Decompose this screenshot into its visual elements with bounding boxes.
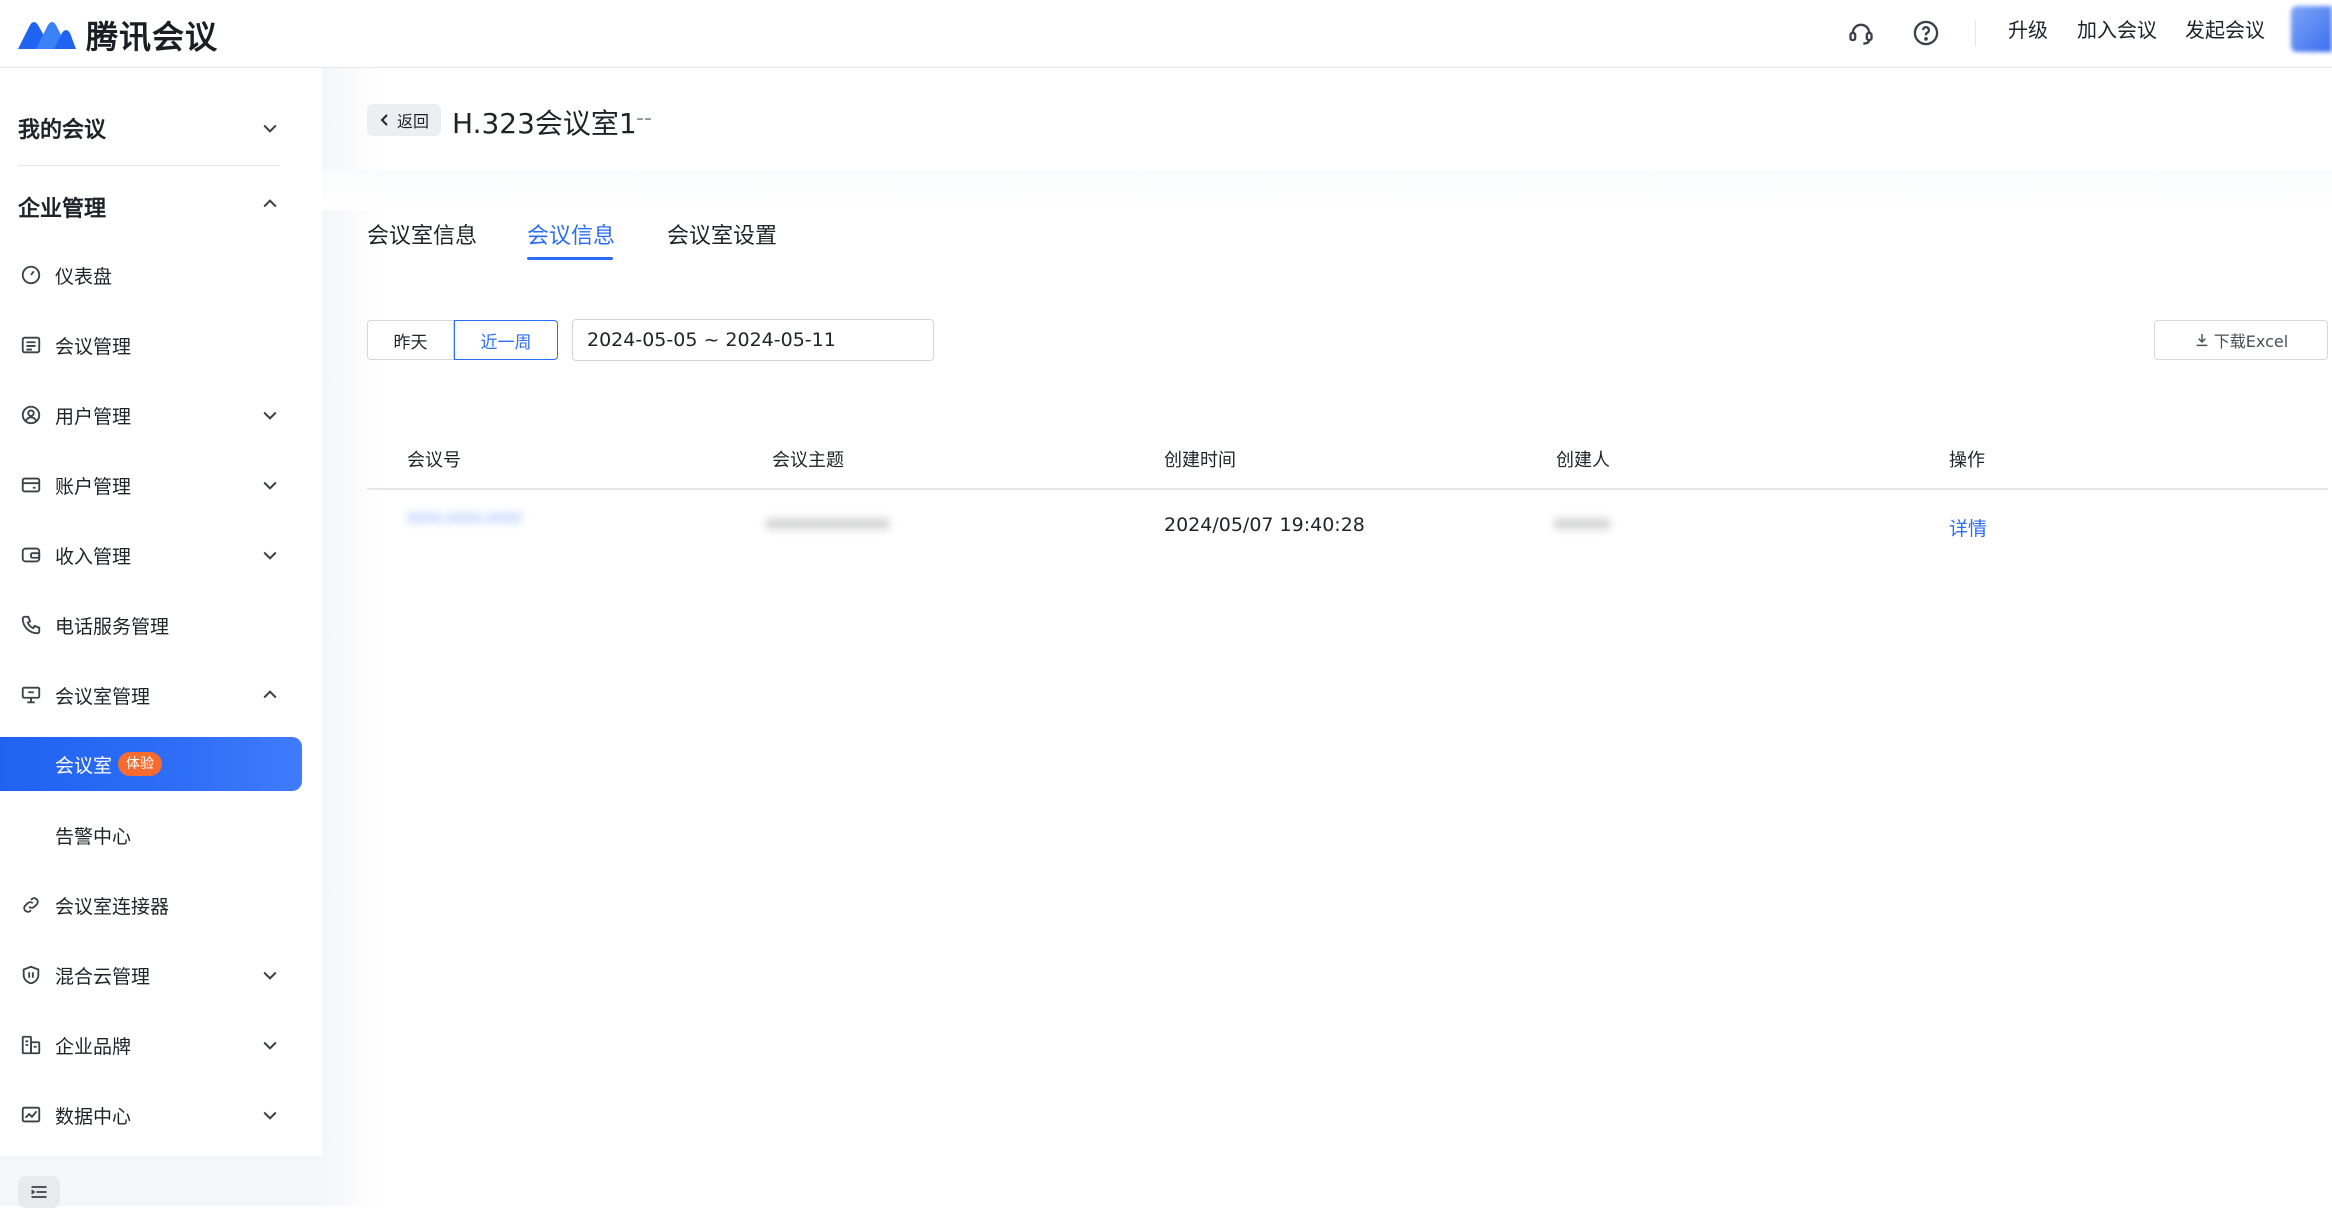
download-icon <box>2196 334 2208 347</box>
chevron-left-icon <box>380 114 388 126</box>
chevron-up-icon <box>258 683 282 707</box>
tencent-meeting-logo-icon <box>18 22 76 49</box>
sidebar-item-label: 会议室管理 <box>55 685 151 708</box>
sidebar-item-user-management[interactable]: 用户管理 <box>0 388 302 442</box>
chevron-down-icon <box>258 473 282 497</box>
sidebar-item-dashboard[interactable]: 仪表盘 <box>0 248 302 302</box>
link-icon <box>18 892 44 918</box>
avatar[interactable] <box>2291 6 2332 52</box>
sidebar-item-label: 账户管理 <box>55 475 132 498</box>
app-name: 腾讯会议 <box>86 18 219 56</box>
sidebar-item-label: 告警中心 <box>55 825 132 848</box>
created-time-cell: 2024/05/07 19:40:28 <box>1164 514 1365 536</box>
sidebar-item-account-management[interactable]: 账户管理 <box>0 458 302 512</box>
trial-badge: 体验 <box>118 752 162 776</box>
sidebar-item-room-connector[interactable]: 会议室连接器 <box>0 878 302 932</box>
sidebar-item-enterprise-brand[interactable]: 企业品牌 <box>0 1018 302 1072</box>
list-icon <box>18 332 44 358</box>
income-icon <box>18 542 44 568</box>
support-headset-icon[interactable] <box>1844 16 1878 50</box>
sidebar-item-label: 会议室连接器 <box>55 895 170 918</box>
sidebar-item-alert-center[interactable]: 告警中心 <box>0 808 302 862</box>
meeting-id-cell[interactable]: •••-•••-••• <box>407 508 522 530</box>
user-icon <box>18 402 44 428</box>
help-icon[interactable] <box>1909 16 1943 50</box>
chevron-down-icon <box>258 1103 282 1127</box>
back-label: 返回 <box>397 112 430 131</box>
chevron-up-icon[interactable] <box>258 192 282 216</box>
sidebar-item-phone-service[interactable]: 电话服务管理 <box>0 598 302 652</box>
wallet-icon <box>18 472 44 498</box>
content-divider-fade <box>322 170 2332 210</box>
sidebar-divider <box>18 165 280 166</box>
tab-room-settings[interactable]: 会议室设置 <box>667 218 777 250</box>
section-label: 企业管理 <box>18 197 107 222</box>
column-header-creator: 创建人 <box>1556 450 1610 471</box>
table-header-divider <box>367 488 2328 490</box>
sidebar-item-meeting-management[interactable]: 会议管理 <box>0 318 302 372</box>
creator-cell: ••••• <box>1554 514 1611 536</box>
sidebar-item-label: 电话服务管理 <box>55 615 170 638</box>
sidebar-item-label: 收入管理 <box>55 545 132 568</box>
sidebar-item-hybrid-cloud[interactable]: 混合云管理 <box>0 948 302 1002</box>
tab-meeting-info[interactable]: 会议信息 <box>527 218 615 250</box>
app-logo[interactable]: 腾讯会议 <box>16 12 218 58</box>
download-excel-button[interactable]: 下载Excel <box>2154 320 2328 360</box>
chevron-down-icon[interactable] <box>258 116 282 140</box>
start-meeting-link[interactable]: 发起会议 <box>2185 18 2265 42</box>
column-header-topic: 会议主题 <box>772 450 844 471</box>
upgrade-link[interactable]: 升级 <box>2008 18 2048 42</box>
column-header-action: 操作 <box>1949 450 1985 471</box>
sidebar-item-label: 企业品牌 <box>55 1035 132 1058</box>
column-header-created-time: 创建时间 <box>1164 450 1236 471</box>
sidebar-section-enterprise[interactable]: 企业管理 <box>18 191 106 223</box>
range-last-week-button[interactable]: 近一周 <box>454 320 558 360</box>
tab-room-info[interactable]: 会议室信息 <box>367 218 477 250</box>
sidebar-item-label: 混合云管理 <box>55 965 151 988</box>
chevron-down-icon <box>258 963 282 987</box>
range-yesterday-button[interactable]: 昨天 <box>367 320 454 360</box>
column-header-meeting-id: 会议号 <box>407 450 461 471</box>
dashboard-icon <box>18 262 44 288</box>
download-label: 下载Excel <box>2213 332 2289 351</box>
chevron-down-icon <box>258 403 282 427</box>
section-label: 我的会议 <box>18 118 107 143</box>
chart-icon <box>18 1102 44 1128</box>
sidebar-item-income-management[interactable]: 收入管理 <box>0 528 302 582</box>
page-subtitle: -- <box>636 106 652 131</box>
topic-cell: ••••••••••• <box>766 514 890 536</box>
chevron-down-icon <box>258 543 282 567</box>
sidebar-item-label: 会议管理 <box>55 335 132 358</box>
sidebar-section-my-meetings[interactable]: 我的会议 <box>18 112 106 144</box>
chevron-down-icon <box>258 1033 282 1057</box>
sidebar-item-data-center[interactable]: 数据中心 <box>0 1088 302 1142</box>
collapse-sidebar-icon[interactable] <box>18 1176 60 1208</box>
brand-icon <box>18 1032 44 1058</box>
room-icon <box>18 682 44 708</box>
sidebar-item-meeting-room[interactable]: 会议室 体验 <box>0 737 302 791</box>
date-range-picker[interactable]: 2024-05-05 ~ 2024-05-11 <box>572 319 934 361</box>
phone-icon <box>18 612 44 638</box>
sidebar-item-label: 仪表盘 <box>55 265 113 288</box>
sidebar-item-label: 数据中心 <box>55 1105 132 1128</box>
join-meeting-link[interactable]: 加入会议 <box>2077 18 2157 42</box>
top-bar: 腾讯会议 升级 加入会议 发起会议 <box>0 0 2332 68</box>
details-link[interactable]: 详情 <box>1949 514 1987 541</box>
top-divider <box>1975 20 1976 46</box>
back-button[interactable]: 返回 <box>367 104 441 136</box>
active-tab-underline <box>527 257 613 260</box>
sidebar-item-label: 用户管理 <box>55 405 132 428</box>
sidebar-item-label: 会议室 <box>55 754 113 777</box>
page-title: H.323会议室1 <box>452 107 637 140</box>
cloud-icon <box>18 962 44 988</box>
sidebar-item-room-management[interactable]: 会议室管理 <box>0 668 302 722</box>
